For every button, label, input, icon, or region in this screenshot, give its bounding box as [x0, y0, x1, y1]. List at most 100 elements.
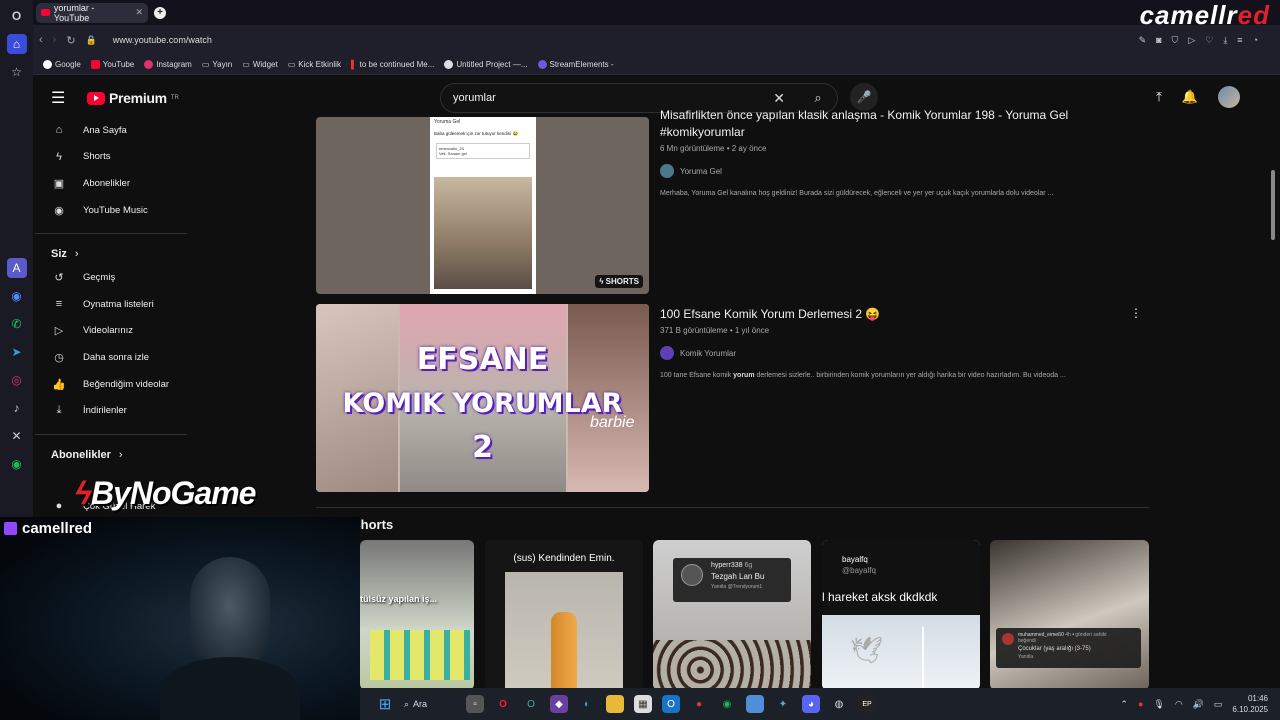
edge-icon[interactable]: ◐: [578, 695, 596, 713]
nav-history[interactable]: ↺ Geçmiş: [35, 264, 195, 291]
spotify-icon[interactable]: ◉: [7, 454, 27, 474]
app-icon[interactable]: ◆: [550, 695, 568, 713]
camera-icon[interactable]: ◙: [1156, 35, 1161, 46]
upload-icon[interactable]: ⤒: [1156, 89, 1162, 105]
aria-icon[interactable]: A: [6, 258, 27, 278]
edit-icon[interactable]: ✎: [1139, 35, 1147, 46]
tray-app-icon[interactable]: ●: [1138, 699, 1143, 709]
short-image: 🕊: [822, 615, 980, 690]
nav-downloads[interactable]: ⤓ İndirilenler: [35, 397, 195, 424]
nav-shorts[interactable]: ϟ Shorts: [35, 144, 195, 171]
discord-icon[interactable]: ◕: [802, 695, 820, 713]
you-section-header[interactable]: Siz ›: [35, 244, 195, 264]
video-result[interactable]: barbie EFSANE KOMIK YORUMLAR 2 100 Efsan…: [316, 304, 1156, 494]
video-title[interactable]: 100 Efsane Komik Yorum Derlemesi 2 😝: [660, 306, 1130, 323]
bookmark-youtube[interactable]: YouTube: [90, 60, 134, 69]
bookmark-google[interactable]: Google: [43, 60, 81, 69]
windows-start-icon[interactable]: ⊞: [376, 695, 394, 713]
notifications-bell-icon[interactable]: 🔔: [1182, 89, 1198, 105]
whatsapp-icon[interactable]: ✆: [7, 314, 27, 334]
close-tab-icon[interactable]: ✕: [135, 7, 143, 18]
download-icon[interactable]: ⤓: [1223, 35, 1227, 46]
telegram-icon[interactable]: ➤: [7, 342, 27, 362]
x-icon[interactable]: ✕: [7, 426, 27, 446]
lock-icon[interactable]: 🔒: [86, 35, 97, 46]
forward-icon[interactable]: ›: [53, 34, 57, 46]
outlook-icon[interactable]: O: [662, 695, 680, 713]
opera-icon[interactable]: O: [522, 695, 540, 713]
nav-home[interactable]: ⌂ Ana Sayfa: [35, 117, 195, 144]
wifi-icon[interactable]: ◠: [1175, 699, 1183, 710]
messenger-icon[interactable]: ◉: [7, 286, 27, 306]
search-icon[interactable]: ⌕: [799, 90, 837, 106]
steam-icon[interactable]: ◍: [830, 695, 848, 713]
task-view-icon[interactable]: ▫: [466, 695, 484, 713]
hamburger-menu-icon[interactable]: ☰: [51, 88, 75, 108]
nav-playlists[interactable]: ≡ Oynatma listeleri: [35, 291, 195, 318]
record-app-icon[interactable]: ●: [690, 695, 708, 713]
channel-row[interactable]: Yoruma Gel: [660, 164, 1130, 178]
video-title[interactable]: Misafirlikten önce yapılan klasik anlaşm…: [660, 107, 1130, 141]
bookmark-untitled[interactable]: Untitled Project —...: [444, 60, 528, 69]
notepad-icon[interactable]: [746, 695, 764, 713]
video-thumbnail[interactable]: Yoruma Gel Baba güleemek için zor tutuyo…: [316, 117, 649, 294]
clock[interactable]: 01:46 6.10.2025: [1232, 693, 1268, 715]
channel-avatar[interactable]: [660, 346, 674, 360]
player-icon[interactable]: ▷: [1188, 35, 1195, 46]
bookmark-widget[interactable]: ▭ Widget: [242, 60, 277, 69]
youtube-premium-logo[interactable]: Premium TR: [87, 90, 179, 106]
opera-logo-icon[interactable]: O: [7, 6, 27, 26]
chevron-up-icon[interactable]: ⌃: [1120, 699, 1128, 710]
profile-icon[interactable]: ◔: [1253, 35, 1258, 46]
spotify-icon[interactable]: ◉: [718, 695, 736, 713]
epic-games-icon[interactable]: EP: [858, 695, 876, 713]
nav-watch-later[interactable]: ◷ Daha sonra izle: [35, 344, 195, 371]
store-icon[interactable]: ▦: [634, 695, 652, 713]
subscriptions-section-header[interactable]: Abonelikler ›: [35, 445, 195, 465]
channel-name[interactable]: Komik Yorumlar: [680, 349, 736, 358]
short-card[interactable]: tülsüz yapılan iş...: [360, 540, 474, 690]
network-app-icon[interactable]: ✦: [774, 695, 792, 713]
nav-liked[interactable]: 👍 Beğendiğim videolar: [35, 371, 195, 398]
video-thumbnail[interactable]: barbie EFSANE KOMIK YORUMLAR 2: [316, 304, 649, 492]
shield-icon[interactable]: ⛉: [1172, 35, 1179, 46]
channel-avatar[interactable]: [660, 164, 674, 178]
channel-row[interactable]: Komik Yorumlar: [660, 346, 1130, 360]
heart-icon[interactable]: ♡: [1205, 35, 1213, 46]
instagram-icon[interactable]: ◎: [7, 370, 27, 390]
tiktok-icon[interactable]: ♪: [7, 398, 27, 418]
tab-youtube[interactable]: yorumlar - YouTube ✕: [36, 2, 148, 23]
channel-name[interactable]: Yoruma Gel: [680, 167, 722, 176]
page-scrollbar[interactable]: [1271, 80, 1277, 520]
bookmark-yayin[interactable]: ▭ Yayın: [202, 60, 232, 69]
opera-gx-icon[interactable]: O: [494, 695, 512, 713]
bookmark-star-icon[interactable]: ☆: [7, 62, 27, 82]
video-result[interactable]: Yoruma Gel Baba güleemek için zor tutuyo…: [316, 108, 1156, 307]
new-tab-icon[interactable]: +: [154, 6, 166, 19]
volume-icon[interactable]: 🔊: [1193, 699, 1204, 710]
short-card[interactable]: (sus) Kendinden Emin.: [485, 540, 643, 690]
bookmark-streamelements[interactable]: StreamElements -: [537, 60, 614, 69]
short-card[interactable]: hyperr338 6g Tezgah Lan Bu Yanıtla @Tren…: [653, 540, 811, 690]
nav-subscriptions[interactable]: ▣ Abonelikler: [35, 170, 195, 197]
short-card[interactable]: bayalfq @bayalfq l hareket aksk dkdkdk 🕊: [822, 540, 980, 690]
microphone-icon[interactable]: 🎙: [1153, 699, 1164, 710]
short-card[interactable]: muhammed_eimeß0 4h • gönderi sahibi beğe…: [990, 540, 1149, 690]
reload-icon[interactable]: ↻: [66, 34, 75, 47]
battery-icon[interactable]: ▭: [1214, 699, 1223, 710]
nav-your-videos[interactable]: ▷ Videolarınız: [35, 318, 195, 345]
avatar[interactable]: [1218, 86, 1240, 108]
file-explorer-icon[interactable]: [606, 695, 624, 713]
bookmark-continued[interactable]: ▌ to be continued Me...: [351, 60, 434, 69]
back-icon[interactable]: ‹: [39, 34, 43, 46]
taskbar-search[interactable]: ⌕ Ara: [404, 693, 456, 715]
bookmark-kick[interactable]: ▭ Kick Etkinlik: [288, 60, 341, 69]
menu-icon[interactable]: ≡: [1237, 35, 1242, 46]
nav-music[interactable]: ◉ YouTube Music: [35, 197, 195, 224]
scrollbar-thumb[interactable]: [1271, 170, 1275, 240]
url-field[interactable]: www.youtube.com/watch: [113, 35, 212, 45]
bookmark-instagram[interactable]: Instagram: [144, 60, 192, 69]
clear-search-icon[interactable]: ✕: [773, 90, 785, 107]
more-options-icon[interactable]: ⋮: [1130, 306, 1142, 320]
home-icon[interactable]: ⌂: [6, 34, 27, 54]
